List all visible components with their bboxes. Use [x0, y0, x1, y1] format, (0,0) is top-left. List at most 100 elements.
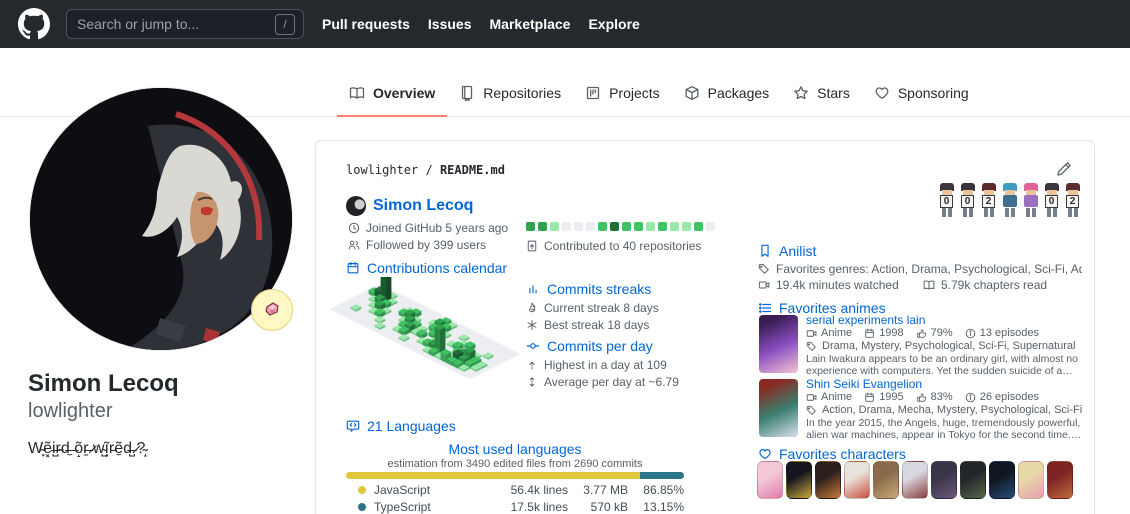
contribution-square: [646, 222, 655, 231]
contribution-square: [586, 222, 595, 231]
tab-stars[interactable]: Stars: [781, 71, 862, 117]
tab-projects[interactable]: Projects: [573, 71, 672, 117]
repo-push-icon: [526, 240, 538, 252]
asterisk-icon: [526, 319, 538, 331]
character-avatar[interactable]: [1047, 461, 1073, 499]
tag-icon: [806, 404, 817, 416]
current-streak: Current streak 8 days: [526, 301, 659, 315]
character-avatar[interactable]: [960, 461, 986, 499]
chapters-read: 5.79k chapters read: [923, 278, 1047, 292]
favorite-genres: Favorites genres: Action, Drama, Psychol…: [758, 262, 1082, 276]
pixel-character: 0: [1043, 183, 1061, 217]
contribution-square: [622, 222, 631, 231]
languages-link[interactable]: 21 Languages: [346, 418, 456, 434]
anime-title-link[interactable]: Shin Seiki Evangelion: [806, 377, 922, 391]
search-input[interactable]: [75, 15, 275, 33]
character-avatar[interactable]: [931, 461, 957, 499]
anilist-link[interactable]: Anilist: [758, 243, 816, 259]
graph-icon: [526, 282, 540, 296]
contribution-square: [574, 222, 583, 231]
typescript-dot: [358, 503, 366, 511]
readme-filename[interactable]: README.md: [440, 163, 505, 177]
video-icon: [758, 279, 770, 291]
character-avatar[interactable]: [1018, 461, 1044, 499]
contribution-squares: [526, 222, 715, 231]
best-streak: Best streak 18 days: [526, 318, 649, 332]
language-row-typescript: TypeScript 17.5k lines 570 kB 13.15%: [346, 499, 684, 514]
top-nav: Pull requests Issues Marketplace Explore: [322, 16, 640, 32]
tag-icon: [806, 340, 817, 352]
comment-code-icon: [346, 419, 360, 433]
contribution-square: [682, 222, 691, 231]
tab-packages[interactable]: Packages: [672, 71, 781, 117]
contribution-square: [670, 222, 679, 231]
profile-bio: W̴̟ẽ͓i̶̺r̴d̶̼ ̶õ̝ṟ̶ ̷w̴̺ĩ̟r̵ẽ̼d̶̺ ̷?̴̝: [28, 438, 298, 460]
info-icon: [965, 392, 976, 403]
thumbs-up-icon: [916, 328, 927, 339]
nav-pull-requests[interactable]: Pull requests: [322, 16, 410, 32]
contribution-square: [694, 222, 703, 231]
nav-explore[interactable]: Explore: [588, 16, 639, 32]
anime-description: In the year 2015, the Angels, huge, trem…: [806, 417, 1084, 441]
anime-title-link[interactable]: serial experiments lain: [806, 313, 925, 327]
pixel-people-counter: 00202: [938, 183, 1082, 217]
profile-name: Simon Lecoq: [28, 370, 179, 399]
tv-icon: [806, 392, 817, 403]
tab-label: Repositories: [483, 85, 561, 101]
joined-fact: Joined GitHub 5 years ago: [348, 221, 508, 235]
pixel-character: [1001, 183, 1019, 217]
followers-fact: Followed by 399 users: [348, 238, 486, 252]
readme-user-link[interactable]: Simon Lecoq: [373, 197, 473, 215]
character-avatar[interactable]: [815, 461, 841, 499]
tab-label: Stars: [817, 85, 850, 101]
favorites-characters-link[interactable]: Favorites characters: [758, 446, 906, 462]
pixel-character: [1022, 183, 1040, 217]
readme-breadcrumb: lowlighter / README.md: [346, 163, 505, 177]
contribution-square: [538, 222, 547, 231]
readme-owner[interactable]: lowlighter: [346, 163, 418, 177]
readme-avatar: [346, 196, 366, 216]
commit-icon: [526, 339, 540, 353]
search-box[interactable]: /: [66, 9, 304, 39]
typescript-bar-segment: [640, 472, 684, 479]
javascript-bar-segment: [346, 472, 640, 479]
contribution-square: [550, 222, 559, 231]
status-badge[interactable]: [251, 289, 293, 331]
edit-pencil-icon[interactable]: [1056, 161, 1072, 177]
tab-overview[interactable]: Overview: [337, 71, 447, 117]
character-avatar[interactable]: [989, 461, 1015, 499]
pixel-character: 2: [980, 183, 998, 217]
character-avatar[interactable]: [786, 461, 812, 499]
contributions-calendar-link[interactable]: Contributions calendar: [346, 260, 507, 276]
contribution-square: [562, 222, 571, 231]
languages-chart-title: Most used languages: [346, 441, 684, 457]
flame-icon: [526, 302, 538, 314]
nav-marketplace[interactable]: Marketplace: [490, 16, 571, 32]
pixel-character: 0: [938, 183, 956, 217]
character-avatar[interactable]: [873, 461, 899, 499]
project-icon: [585, 85, 601, 101]
character-avatar[interactable]: [757, 461, 783, 499]
readme-card: lowlighter / README.md Simon Lecoq Joine…: [315, 140, 1095, 514]
commits-per-day-link[interactable]: Commits per day: [526, 338, 653, 354]
character-avatar[interactable]: [844, 461, 870, 499]
profile-username: lowlighter: [28, 400, 112, 423]
contribution-square: [658, 222, 667, 231]
nav-issues[interactable]: Issues: [428, 16, 472, 32]
tab-label: Sponsoring: [898, 85, 969, 101]
top-header: / Pull requests Issues Marketplace Explo…: [0, 0, 1130, 48]
pixel-gem-icon: [261, 299, 283, 321]
pixel-character: 2: [1064, 183, 1082, 217]
bookmark-icon: [758, 244, 772, 258]
commits-streaks-link[interactable]: Commits streaks: [526, 281, 651, 297]
highest-per-day: Highest in a day at 109: [526, 358, 667, 372]
tab-sponsoring[interactable]: Sponsoring: [862, 71, 981, 117]
tab-repositories[interactable]: Repositories: [447, 71, 573, 117]
contribution-square: [610, 222, 619, 231]
repo-icon: [459, 85, 475, 101]
people-icon: [348, 239, 360, 251]
github-logo-icon[interactable]: [18, 8, 50, 40]
tab-label: Packages: [708, 85, 769, 101]
character-avatar[interactable]: [902, 461, 928, 499]
contribution-square: [706, 222, 715, 231]
